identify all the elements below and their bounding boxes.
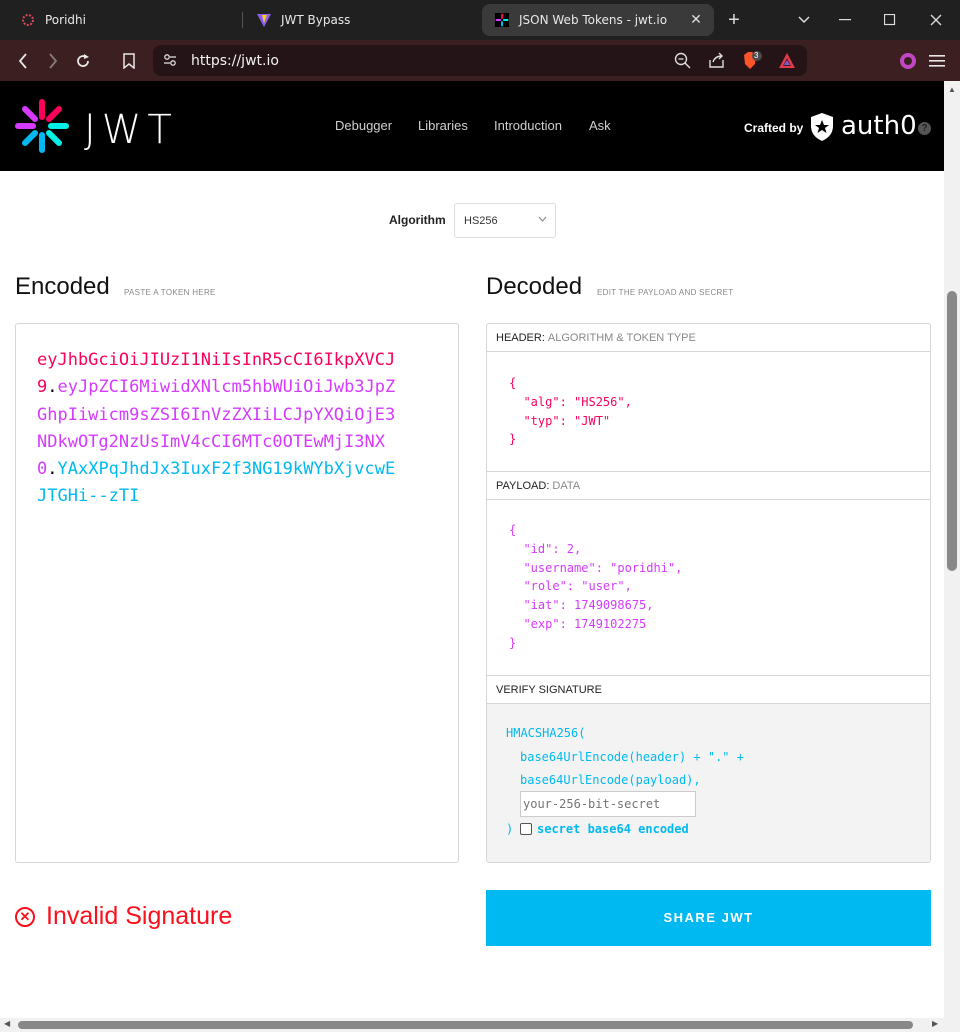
signature-status: ✕ Invalid Signature: [15, 902, 232, 931]
nav-libraries[interactable]: Libraries: [418, 118, 468, 133]
invalid-signature-text: Invalid Signature: [46, 902, 233, 930]
brave-shields-icon[interactable]: 3: [741, 50, 763, 77]
base64-label[interactable]: secret base64 encoded: [537, 822, 689, 836]
jwt-favicon-icon: [494, 12, 510, 28]
minimize-icon[interactable]: [825, 0, 865, 40]
tab-poridhi[interactable]: Poridhi: [10, 4, 240, 36]
payload-json-editor[interactable]: { "id": 2, "username": "poridhi", "role"…: [487, 500, 930, 676]
algorithm-label: Algorithm: [389, 213, 446, 227]
header-section-title: HEADER: ALGORITHM & TOKEN TYPE: [487, 324, 930, 352]
vite-favicon-icon: [256, 12, 272, 28]
encoded-title: Encoded: [15, 273, 110, 300]
crafted-by-text: Crafted by: [744, 121, 804, 135]
vertical-scrollbar[interactable]: ▲: [944, 81, 960, 1018]
verify-signature-label: VERIFY SIGNATURE: [496, 684, 602, 696]
algorithm-select[interactable]: HS256: [454, 203, 556, 238]
jwt-io-page: JWT Debugger Libraries Introduction Ask …: [0, 81, 944, 1018]
payload-json[interactable]: { "id": 2, "username": "poridhi", "role"…: [509, 521, 682, 653]
brave-leo-icon[interactable]: [895, 48, 921, 74]
header-sublabel: ALGORITHM & TOKEN TYPE: [547, 332, 696, 344]
nav-ask[interactable]: Ask: [589, 118, 611, 133]
header-label: HEADER:: [496, 332, 545, 344]
browser-tab-bar: Poridhi JWT Bypass JSON Web Tokens - jwt…: [0, 0, 960, 40]
share-icon[interactable]: [708, 52, 725, 74]
browser-nav-bar: https://jwt.io 3: [0, 40, 960, 81]
token-dot: .: [47, 459, 58, 480]
error-circle-icon: ✕: [15, 906, 35, 927]
jwt-logo-icon[interactable]: [14, 98, 70, 159]
decoded-subtitle: EDIT THE PAYLOAD AND SECRET: [597, 288, 734, 297]
forward-icon[interactable]: [40, 48, 66, 74]
verify-signature-title: VERIFY SIGNATURE: [487, 676, 930, 704]
bookmark-icon[interactable]: [116, 48, 142, 74]
algorithm-value: HS256: [464, 215, 498, 227]
site-header: JWT Debugger Libraries Introduction Ask …: [0, 81, 944, 171]
auth0-logo-text[interactable]: auth0: [841, 111, 917, 141]
verify-signature-body: HMACSHA256( base64UrlEncode(header) + ".…: [487, 704, 930, 862]
payload-label: PAYLOAD:: [496, 480, 550, 492]
horizontal-scrollbar[interactable]: ◀ ▶: [0, 1018, 960, 1032]
brave-badge: 3: [754, 51, 759, 60]
encoded-token-text[interactable]: eyJhbGciOiJIUzI1NiIsInR5cCI6IkpXVCJ9.eyJ…: [37, 347, 397, 511]
help-icon[interactable]: ?: [918, 122, 931, 135]
tab-jwt-io[interactable]: JSON Web Tokens - jwt.io ✕: [482, 4, 714, 36]
close-tab-icon[interactable]: ✕: [688, 12, 704, 28]
header-json-editor[interactable]: { "alg": "HS256", "typ": "JWT" }: [487, 352, 930, 472]
back-icon[interactable]: [10, 48, 36, 74]
payload-sublabel: DATA: [552, 480, 581, 492]
horizontal-scroll-thumb[interactable]: [18, 1021, 913, 1029]
url-text: https://jwt.io: [191, 53, 279, 69]
site-settings-icon[interactable]: [163, 53, 177, 72]
address-bar[interactable]: https://jwt.io 3: [153, 45, 807, 76]
poridhi-favicon-icon: [20, 12, 36, 28]
token-dot: .: [47, 377, 58, 398]
chevron-down-icon: [538, 214, 547, 225]
sig-function: HMACSHA256(: [506, 726, 586, 740]
scroll-up-icon[interactable]: ▲: [948, 85, 956, 94]
encoded-subtitle: PASTE A TOKEN HERE: [124, 288, 216, 297]
reload-icon[interactable]: [70, 48, 96, 74]
brave-rewards-icon[interactable]: [778, 52, 796, 74]
nav-introduction[interactable]: Introduction: [494, 118, 562, 133]
maximize-icon[interactable]: [870, 0, 910, 40]
secret-input[interactable]: [520, 791, 696, 817]
sig-close-paren: ): [506, 822, 514, 836]
vertical-scroll-thumb[interactable]: [947, 291, 957, 571]
share-jwt-button[interactable]: SHARE JWT: [486, 890, 931, 946]
sig-payload-encode: base64UrlEncode(payload),: [520, 773, 701, 787]
scroll-left-icon[interactable]: ◀: [4, 1019, 10, 1028]
decoded-panel: HEADER: ALGORITHM & TOKEN TYPE { "alg": "…: [486, 323, 931, 863]
encoded-token-editor[interactable]: eyJhbGciOiJIUzI1NiIsInR5cCI6IkpXVCJ9.eyJ…: [15, 323, 459, 863]
tab-jwt-bypass[interactable]: JWT Bypass: [246, 4, 476, 36]
auth0-shield-icon[interactable]: [810, 112, 834, 147]
tab-title: JWT Bypass: [281, 13, 351, 27]
jwt-logo-text[interactable]: JWT: [84, 107, 178, 153]
scroll-right-icon[interactable]: ▶: [932, 1019, 938, 1028]
new-tab-icon[interactable]: +: [714, 0, 754, 40]
base64-checkbox[interactable]: [520, 823, 532, 835]
tab-list-chevron-icon[interactable]: [784, 0, 824, 40]
zoom-icon[interactable]: [674, 52, 691, 74]
nav-debugger[interactable]: Debugger: [335, 118, 392, 133]
token-signature-part: YAxXPqJhdJx3IuxF2f3NG19kWYbXjvcwEJTGHi--…: [37, 459, 396, 507]
tab-title: Poridhi: [45, 13, 86, 27]
close-window-icon[interactable]: [916, 0, 956, 40]
menu-icon[interactable]: [924, 48, 950, 74]
tab-divider: [242, 12, 243, 28]
payload-section-title: PAYLOAD: DATA: [487, 472, 930, 500]
header-json[interactable]: { "alg": "HS256", "typ": "JWT" }: [509, 374, 632, 449]
decoded-title: Decoded: [486, 273, 583, 300]
tab-title: JSON Web Tokens - jwt.io: [519, 13, 668, 27]
sig-header-encode: base64UrlEncode(header) + "." +: [520, 750, 744, 764]
